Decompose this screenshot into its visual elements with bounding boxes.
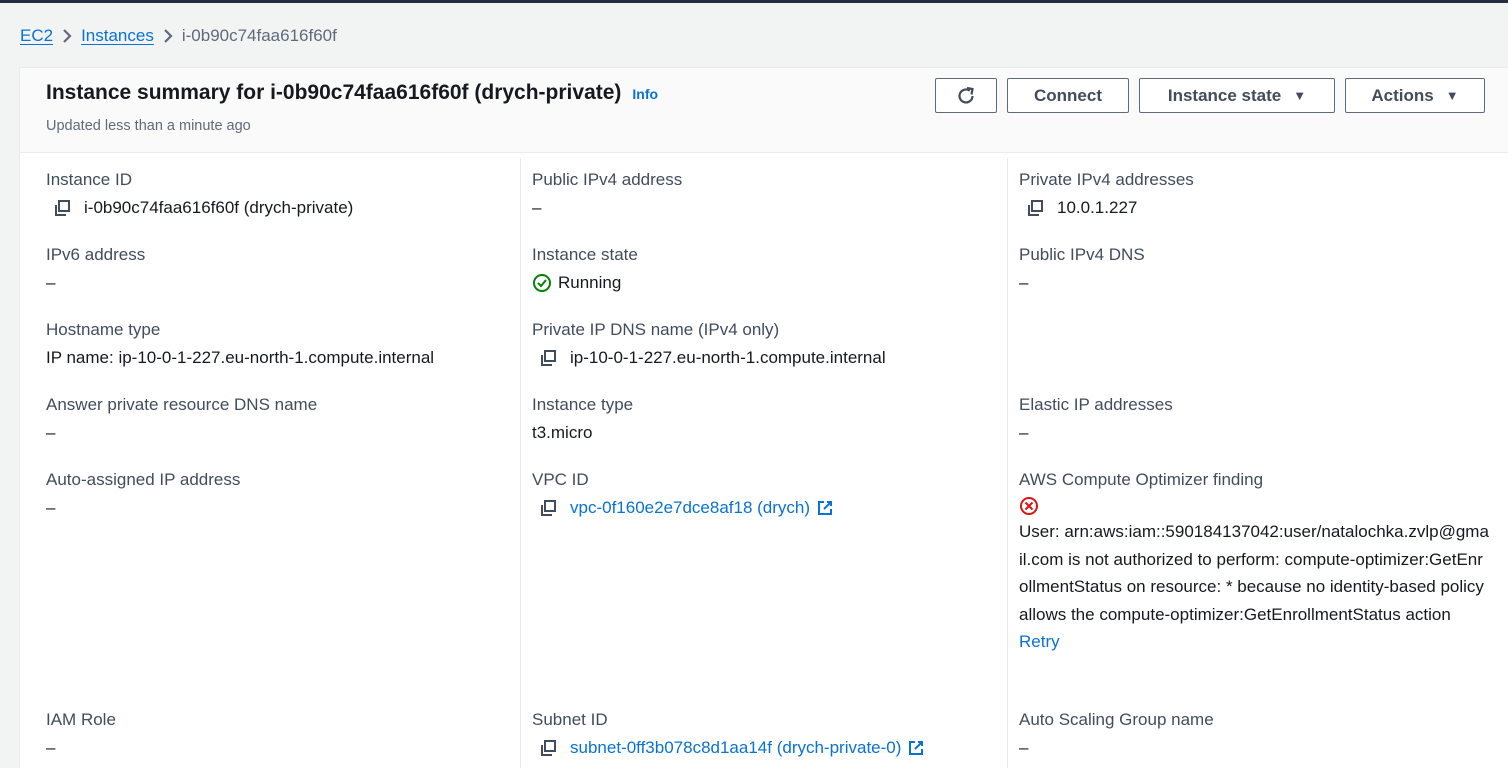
field-hostname-type: Hostname type IP name: ip-10-0-1-227.eu-…: [46, 318, 434, 370]
private-ipv4-value: 10.0.1.227: [1057, 198, 1138, 217]
instance-state-label: Instance state: [1167, 85, 1282, 105]
asg-name-value: –: [1019, 738, 1029, 757]
breadcrumb-current: i-0b90c74faa616f60f: [181, 26, 337, 45]
updated-text: Updated less than a minute ago: [46, 118, 251, 134]
field-auto-ip: Auto-assigned IP address –: [46, 468, 240, 520]
field-label: Auto Scaling Group name: [1019, 710, 1214, 729]
field-instance-id: Instance ID i-0b90c74faa616f60f (drych-p…: [46, 168, 353, 220]
field-value-row: ip-10-0-1-227.eu-north-1.compute.interna…: [532, 346, 886, 370]
field-compute-optimizer: AWS Compute Optimizer finding User: arn:…: [1019, 468, 1489, 655]
retry-link[interactable]: Retry: [1019, 628, 1489, 655]
copy-icon[interactable]: [538, 348, 558, 368]
ipv6-value: –: [46, 273, 56, 292]
public-ipv4-value: –: [532, 198, 542, 217]
field-asg-name: Auto Scaling Group name –: [1019, 708, 1214, 760]
field-value-row: vpc-0f160e2e7dce8af18 (drych): [532, 496, 834, 520]
copy-icon[interactable]: [1025, 198, 1045, 218]
field-label: Instance state: [532, 245, 638, 264]
column-divider: [1007, 158, 1008, 768]
instance-summary-panel: Instance summary for i-0b90c74faa616f60f…: [19, 67, 1508, 768]
field-instance-type: Instance type t3.micro: [532, 393, 633, 445]
breadcrumb: EC2 Instances i-0b90c74faa616f60f: [20, 24, 337, 48]
field-public-ipv4: Public IPv4 address –: [532, 168, 682, 220]
refresh-button[interactable]: [935, 78, 997, 113]
field-subnet-id: Subnet ID subnet-0ff3b078c8d1aa14f (dryc…: [532, 708, 925, 760]
external-link-icon[interactable]: [907, 739, 925, 757]
field-value-row: 10.0.1.227: [1019, 196, 1194, 220]
public-dns-value: –: [1019, 273, 1029, 292]
field-value-row: subnet-0ff3b078c8d1aa14f (drych-private-…: [532, 736, 925, 760]
field-private-ipv4: Private IPv4 addresses 10.0.1.227: [1019, 168, 1194, 220]
iam-role-value: –: [46, 738, 56, 757]
field-label: Public IPv4 address: [532, 170, 683, 189]
hostname-type-value: IP name: ip-10-0-1-227.eu-north-1.comput…: [46, 348, 435, 367]
field-label: AWS Compute Optimizer finding: [1019, 470, 1264, 489]
instance-id-value: i-0b90c74faa616f60f (drych-private): [84, 198, 354, 217]
field-label: Public IPv4 DNS: [1019, 245, 1145, 264]
field-label: Auto-assigned IP address: [46, 470, 241, 489]
instance-state-dropdown[interactable]: Instance state ▼: [1139, 78, 1335, 113]
actions-label: Actions: [1371, 85, 1434, 105]
field-label: Private IPv4 addresses: [1019, 170, 1194, 189]
refresh-icon: [955, 85, 977, 107]
private-dns-value: ip-10-0-1-227.eu-north-1.compute.interna…: [570, 348, 886, 367]
external-link-icon[interactable]: [816, 499, 834, 517]
copy-icon[interactable]: [538, 498, 558, 518]
panel-header: Instance summary for i-0b90c74faa616f60f…: [20, 68, 1508, 153]
connect-button[interactable]: Connect: [1007, 78, 1129, 113]
auto-ip-value: –: [46, 498, 56, 517]
chevron-right-icon: [53, 24, 81, 48]
field-label: VPC ID: [532, 470, 589, 489]
field-ipv6: IPv6 address –: [46, 243, 145, 295]
field-vpc-id: VPC ID vpc-0f160e2e7dce8af18 (drych): [532, 468, 834, 520]
title-row: Instance summary for i-0b90c74faa616f60f…: [46, 81, 658, 105]
copy-icon[interactable]: [538, 738, 558, 758]
field-label: IPv6 address: [46, 245, 146, 264]
chevron-right-icon: [154, 24, 182, 48]
instance-state-value: Running: [558, 273, 622, 292]
field-value-row: i-0b90c74faa616f60f (drych-private): [46, 196, 353, 220]
field-elastic-ip: Elastic IP addresses –: [1019, 393, 1173, 445]
connect-label: Connect: [1034, 85, 1102, 105]
field-label: Instance ID: [46, 170, 132, 189]
subnet-id-link[interactable]: subnet-0ff3b078c8d1aa14f (drych-private-…: [570, 736, 901, 760]
error-circle-icon: [1019, 496, 1039, 516]
breadcrumb-instances[interactable]: Instances: [81, 26, 154, 46]
field-label: Elastic IP addresses: [1019, 395, 1173, 414]
field-value-row: [1019, 496, 1489, 516]
field-private-dns: Private IP DNS name (IPv4 only) ip-10-0-…: [532, 318, 886, 370]
field-instance-state: Instance state Running: [532, 243, 638, 295]
check-circle-icon: [532, 273, 552, 293]
vpc-id-link[interactable]: vpc-0f160e2e7dce8af18 (drych): [570, 496, 810, 520]
field-answer-dns: Answer private resource DNS name –: [46, 393, 317, 445]
copy-icon[interactable]: [52, 198, 72, 218]
field-public-dns: Public IPv4 DNS –: [1019, 243, 1145, 295]
field-value-row: Running: [532, 271, 638, 295]
answer-dns-value: –: [46, 423, 56, 442]
column-divider: [520, 158, 521, 768]
breadcrumb-ec2[interactable]: EC2: [20, 26, 53, 46]
field-label: IAM Role: [46, 710, 116, 729]
caret-down-icon: ▼: [1445, 88, 1459, 103]
field-iam-role: IAM Role –: [46, 708, 116, 760]
field-label: Hostname type: [46, 320, 161, 339]
instance-type-value: t3.micro: [532, 423, 593, 442]
elastic-ip-value: –: [1019, 423, 1029, 442]
info-link[interactable]: Info: [632, 86, 658, 102]
field-label: Private IP DNS name (IPv4 only): [532, 320, 780, 339]
optimizer-error-message: User: arn:aws:iam::590184137042:user/nat…: [1019, 522, 1489, 624]
field-label: Subnet ID: [532, 710, 608, 729]
caret-down-icon: ▼: [1293, 88, 1307, 103]
page-title: Instance summary for i-0b90c74faa616f60f…: [46, 81, 622, 104]
top-bar: [0, 0, 1508, 3]
field-label: Instance type: [532, 395, 634, 414]
field-label: Answer private resource DNS name: [46, 395, 318, 414]
actions-dropdown[interactable]: Actions ▼: [1345, 78, 1485, 113]
